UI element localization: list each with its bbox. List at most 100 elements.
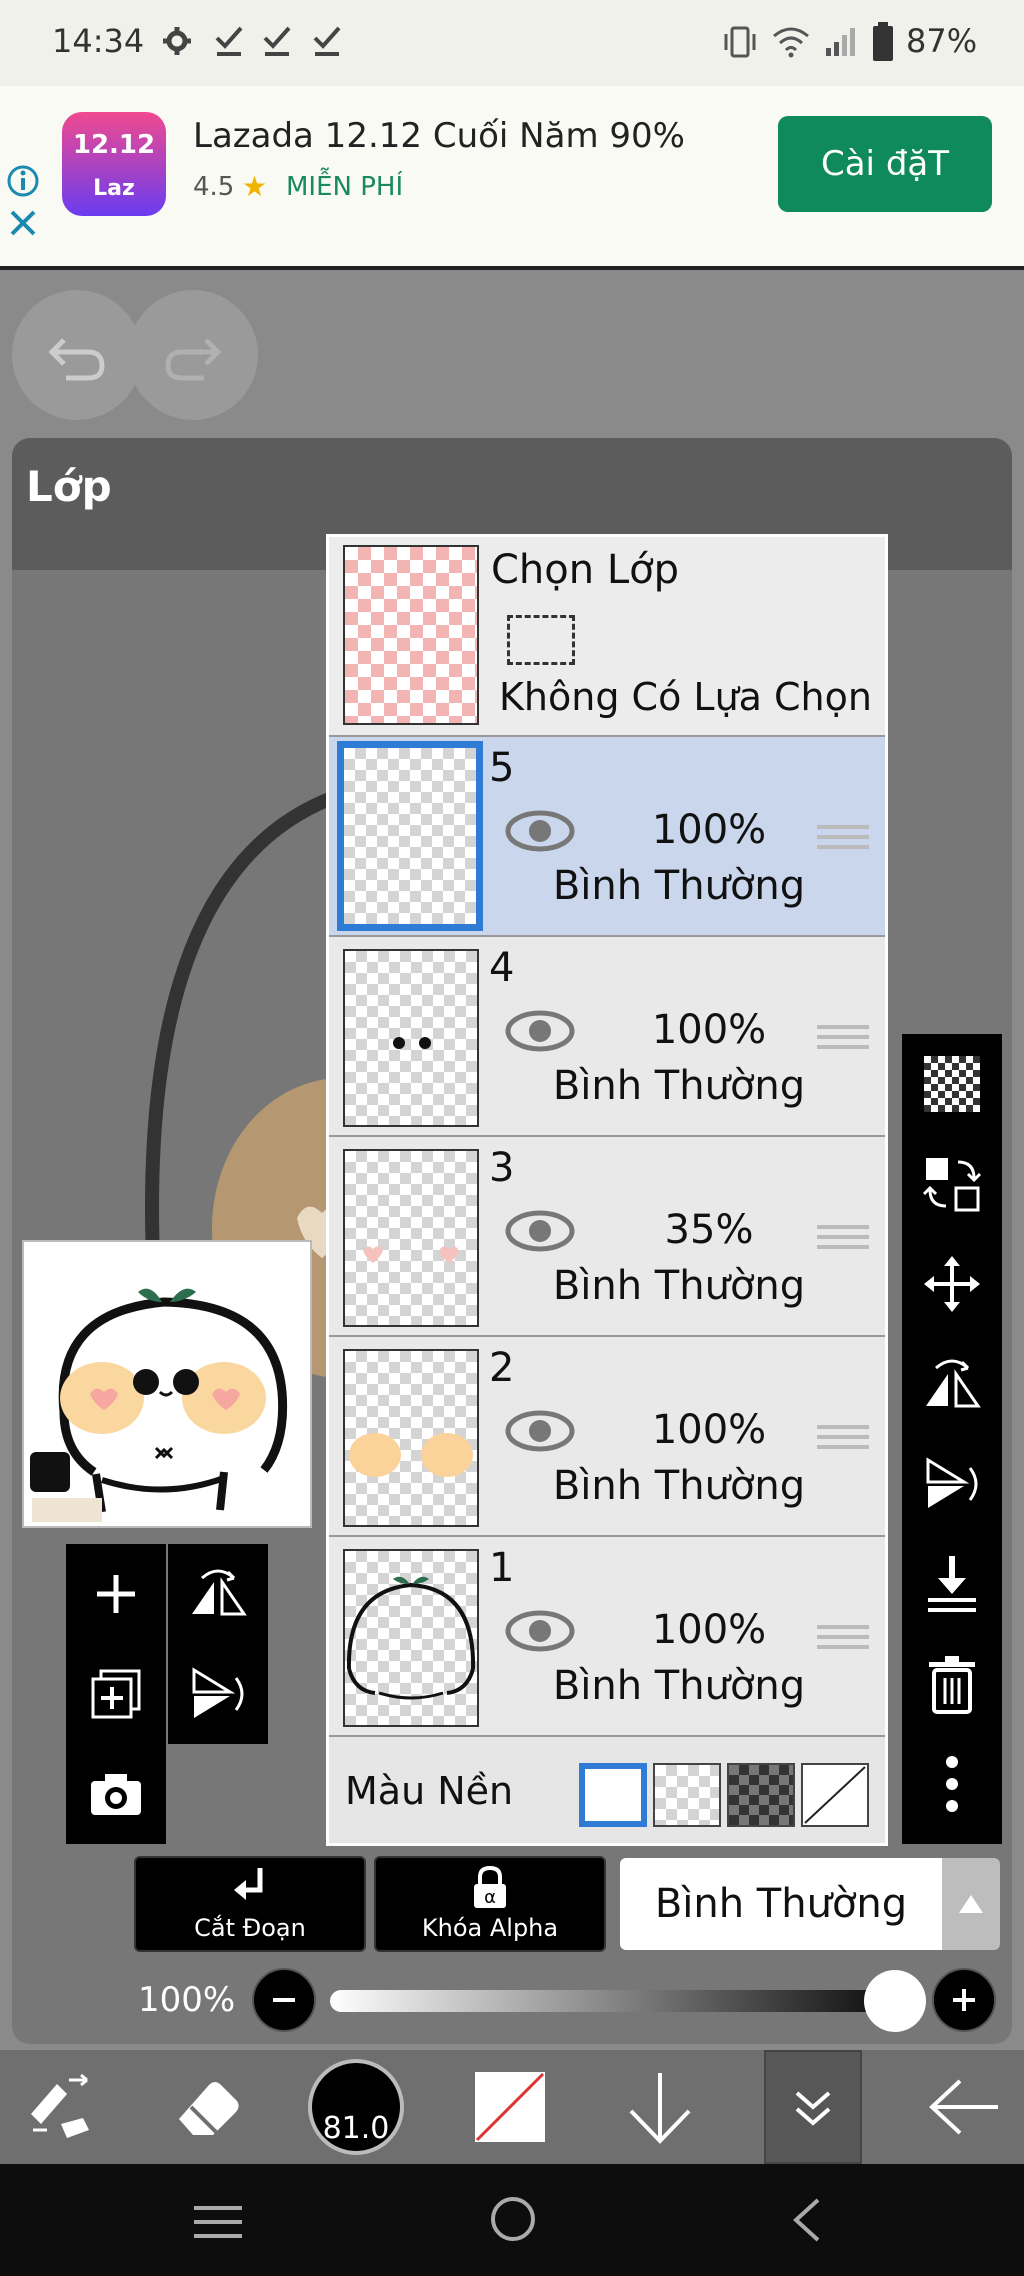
merge-down-icon bbox=[928, 1556, 976, 1612]
check-icon bbox=[263, 26, 291, 56]
layer-blend-mode: Bình Thường bbox=[552, 1463, 806, 1509]
clipping-button[interactable]: Cắt Đoạn bbox=[134, 1856, 366, 1952]
blend-mode-select[interactable]: Bình Thường bbox=[620, 1858, 942, 1950]
home-icon[interactable] bbox=[488, 2194, 538, 2244]
blend-mode-dropdown-button[interactable] bbox=[942, 1858, 1000, 1950]
copy-layer-button[interactable] bbox=[66, 1644, 166, 1744]
selection-marquee-icon bbox=[507, 615, 575, 665]
selection-status: Không Có Lựa Chọn bbox=[499, 675, 872, 719]
ad-price: MIỄN PHÍ bbox=[286, 172, 404, 202]
opacity-slider[interactable] bbox=[330, 1990, 920, 2012]
bg-swatch-white[interactable] bbox=[579, 1763, 647, 1827]
layer-blend-mode: Bình Thường bbox=[552, 1063, 806, 1109]
flip-horizontal-icon bbox=[192, 1569, 247, 1616]
undo-button[interactable] bbox=[12, 290, 142, 420]
brush-size-button[interactable]: 81.0 bbox=[296, 2050, 416, 2164]
layer-list: Chọn Lớp Không Có Lựa Chọn 5 100% Bình T… bbox=[326, 534, 888, 1846]
selection-title: Chọn Lớp bbox=[491, 547, 679, 593]
background-label: Màu Nền bbox=[345, 1769, 514, 1813]
redo-icon bbox=[165, 338, 222, 381]
selection-layer-row[interactable]: Chọn Lớp Không Có Lựa Chọn bbox=[329, 537, 885, 737]
layer-opacity: 35% bbox=[664, 1207, 754, 1253]
layer-row-4[interactable]: 4 100% Bình Thường bbox=[329, 937, 885, 1137]
eye-icon[interactable] bbox=[505, 809, 575, 853]
layer-row-1[interactable]: 1 100% Bình Thường bbox=[329, 1537, 885, 1737]
bg-swatch-transparent[interactable] bbox=[653, 1763, 721, 1827]
arrow-left-icon bbox=[929, 2079, 998, 2135]
eye-icon[interactable] bbox=[505, 1209, 575, 1253]
eye-icon[interactable] bbox=[505, 1009, 575, 1053]
bg-swatch-dark-checker[interactable] bbox=[727, 1763, 795, 1827]
layer-thumbnail bbox=[343, 949, 479, 1127]
opacity-value: 100% bbox=[138, 1980, 236, 2020]
preview-artwork bbox=[30, 1288, 288, 1522]
drag-handle-icon[interactable] bbox=[817, 1219, 869, 1255]
transform-tool-button[interactable] bbox=[0, 2050, 120, 2164]
drag-handle-icon[interactable] bbox=[817, 1619, 869, 1655]
drag-handle-icon[interactable] bbox=[817, 1019, 869, 1055]
info-icon[interactable] bbox=[6, 164, 40, 198]
system-nav-bar bbox=[0, 2164, 1024, 2276]
camera-button[interactable] bbox=[66, 1744, 166, 1844]
flip-vertical-icon bbox=[926, 1457, 978, 1508]
nav-back-icon[interactable] bbox=[788, 2196, 824, 2244]
delete-layer-button[interactable] bbox=[902, 1634, 1002, 1734]
more-options-button[interactable] bbox=[902, 1734, 1002, 1834]
alpha-lock-button[interactable]: α Khóa Alpha bbox=[374, 1856, 606, 1952]
canvas-preview[interactable] bbox=[22, 1240, 312, 1528]
merge-down-button[interactable] bbox=[902, 1534, 1002, 1634]
transform-tool-icon bbox=[31, 2074, 89, 2138]
swap-layer-button[interactable] bbox=[902, 1134, 1002, 1234]
layers-panel-toggle-button[interactable] bbox=[764, 2050, 862, 2164]
color-picker-button[interactable] bbox=[450, 2050, 570, 2164]
drag-handle-icon[interactable] bbox=[817, 819, 869, 855]
flip-v-button[interactable] bbox=[902, 1434, 1002, 1534]
layer-blend-mode: Bình Thường bbox=[552, 863, 806, 909]
recent-apps-icon[interactable] bbox=[192, 2202, 244, 2242]
triangle-up-icon bbox=[959, 1895, 983, 1913]
trash-icon bbox=[929, 1656, 975, 1714]
layer-row-3[interactable]: 3 35% Bình Thường bbox=[329, 1137, 885, 1337]
battery-icon bbox=[873, 22, 893, 61]
transparency-button[interactable] bbox=[902, 1034, 1002, 1134]
flip-horizontal-button[interactable] bbox=[168, 1544, 268, 1644]
bg-swatch-none[interactable] bbox=[801, 1763, 869, 1827]
add-copy-icon bbox=[91, 1669, 141, 1719]
add-layer-button[interactable] bbox=[66, 1544, 166, 1644]
layer-number: 1 bbox=[489, 1545, 515, 1591]
eye-icon[interactable] bbox=[505, 1409, 575, 1453]
layer-thumbnail-art bbox=[349, 1433, 473, 1477]
more-vertical-icon bbox=[946, 1756, 958, 1812]
gear-icon bbox=[163, 27, 191, 55]
layer-row-2[interactable]: 2 100% Bình Thường bbox=[329, 1337, 885, 1537]
opacity-increase-button[interactable] bbox=[932, 1968, 996, 2032]
eraser-icon bbox=[179, 2082, 239, 2135]
eye-icon[interactable] bbox=[505, 1609, 575, 1653]
opacity-decrease-button[interactable] bbox=[252, 1968, 316, 2032]
plus-icon bbox=[953, 1989, 975, 2011]
install-button[interactable]: Cài đặT bbox=[778, 116, 992, 212]
opacity-slider-knob[interactable] bbox=[864, 1970, 926, 2032]
ad-banner[interactable]: 12.12 Laz Lazada 12.12 Cuối Năm 90% 4.5 … bbox=[0, 86, 1024, 270]
drag-handle-icon[interactable] bbox=[817, 1419, 869, 1455]
layer-number: 3 bbox=[489, 1145, 515, 1191]
undo-icon bbox=[48, 338, 105, 381]
flip-h-button[interactable] bbox=[902, 1334, 1002, 1434]
redo-button[interactable] bbox=[128, 290, 258, 420]
move-icon bbox=[924, 1256, 980, 1312]
right-toolbar bbox=[902, 1034, 1002, 1844]
flip-vertical-button[interactable] bbox=[168, 1644, 268, 1744]
flip-horizontal-icon bbox=[926, 1359, 981, 1408]
layer-number: 2 bbox=[489, 1345, 515, 1391]
eraser-tool-button[interactable] bbox=[148, 2050, 268, 2164]
back-button[interactable] bbox=[904, 2050, 1024, 2164]
layer-thumbnail-art bbox=[346, 1576, 476, 1700]
app-logo: 12.12 Laz bbox=[62, 112, 166, 216]
layer-down-button[interactable] bbox=[600, 2050, 720, 2164]
close-icon[interactable] bbox=[8, 208, 38, 238]
move-button[interactable] bbox=[902, 1234, 1002, 1334]
star-icon: ★ bbox=[242, 170, 268, 203]
layer-row-5[interactable]: 5 100% Bình Thường bbox=[329, 737, 885, 937]
wifi-icon bbox=[773, 27, 809, 58]
layer-thumbnail bbox=[343, 1349, 479, 1527]
